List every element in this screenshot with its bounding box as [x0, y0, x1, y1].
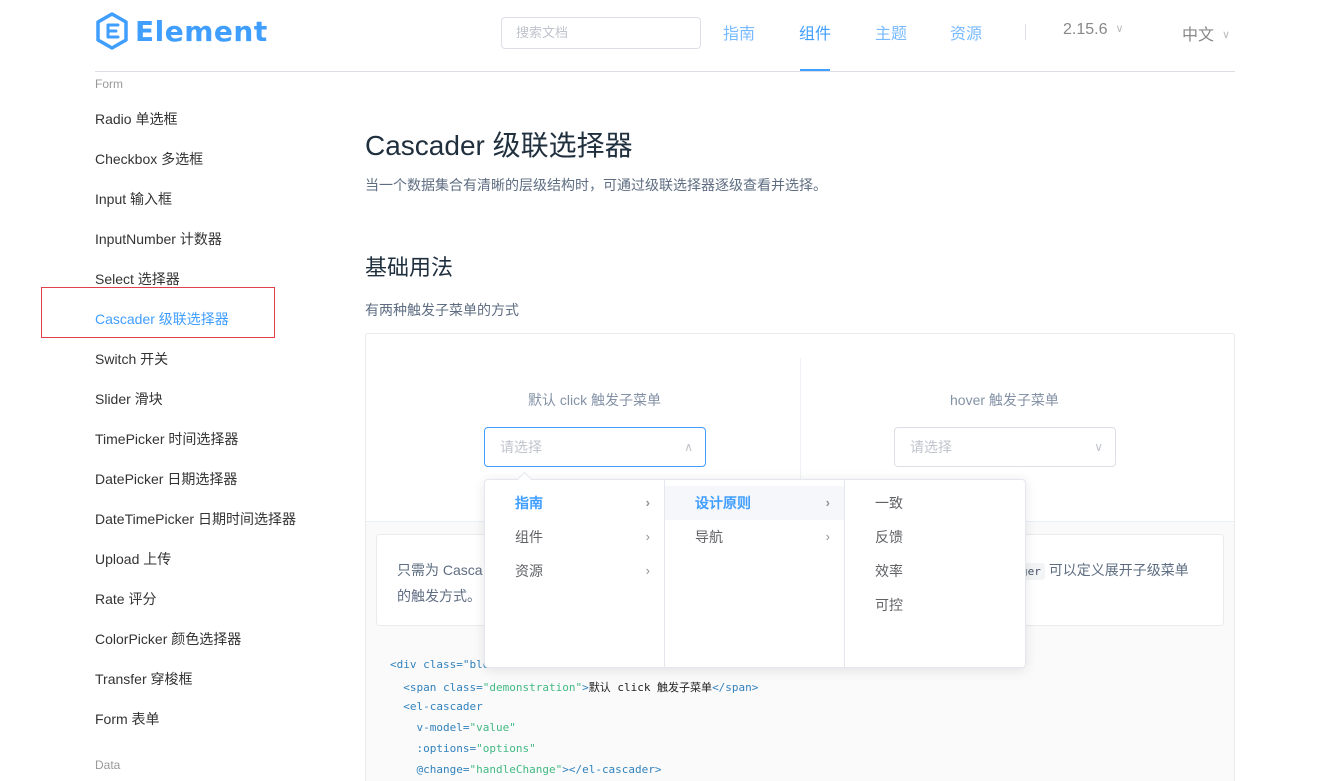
option-label: 导航: [695, 529, 723, 545]
sidebar-item-upload[interactable]: Upload 上传: [95, 549, 171, 569]
nav-divider: [1025, 24, 1026, 40]
sidebar-item-checkbox[interactable]: Checkbox 多选框: [95, 149, 203, 169]
chevron-right-icon: ›: [825, 495, 830, 510]
nav-theme[interactable]: 主题: [875, 20, 907, 44]
demo-label-click: 默认 click 触发子菜单: [528, 392, 661, 408]
page-title: Cascader 级联选择器: [365, 130, 633, 161]
code-token: "demonstration": [482, 681, 583, 694]
chevron-right-icon: ›: [645, 563, 650, 578]
element-logo[interactable]: Element: [95, 12, 268, 50]
section-title: 基础用法: [365, 255, 454, 280]
sidebar-item-transfer[interactable]: Transfer 穿梭框: [95, 669, 193, 689]
code-line: <span class="demonstration">默认 click 触发子…: [390, 679, 758, 695]
language-label: 中文: [1182, 27, 1215, 44]
code-token: "options": [476, 742, 536, 755]
tip-text-end-label: 可以定义展开子级菜单: [1048, 562, 1189, 578]
code-token: :options=: [416, 742, 477, 755]
chevron-right-icon: ›: [645, 495, 650, 510]
top-header: Element 搜索文档 指南 组件 主题 资源 2.15.6 ∨ 中文 ∨: [95, 0, 1235, 72]
sidebar-item-form[interactable]: Form 表单: [95, 709, 160, 729]
code-line: <div class="blo: [390, 658, 489, 671]
code-token: "value": [469, 721, 516, 734]
demo-label-hover: hover 触发子菜单: [950, 392, 1059, 408]
element-logo-icon: [96, 12, 128, 50]
cascader-option-feedback[interactable]: 反馈: [845, 520, 1025, 554]
cascader-option-design-principle[interactable]: 设计原则 ›: [665, 486, 844, 520]
chevron-down-icon: ∨: [1115, 23, 1124, 35]
cascader-menu-level2: 设计原则 › 导航 ›: [665, 480, 845, 667]
sidebar-item-input[interactable]: Input 输入框: [95, 189, 172, 209]
code-token: <el-cascader: [403, 700, 483, 713]
option-label: 资源: [515, 563, 543, 579]
sidebar-item-datepicker[interactable]: DatePicker 日期选择器: [95, 469, 237, 489]
chevron-down-icon: ∨: [1094, 440, 1103, 454]
sidebar-item-inputnumber[interactable]: InputNumber 计数器: [95, 229, 222, 249]
version-dropdown[interactable]: 2.15.6 ∨: [1063, 21, 1124, 39]
code-token: <span class=: [403, 681, 483, 694]
logo-text: Element: [135, 14, 268, 48]
version-label: 2.15.6: [1063, 21, 1108, 38]
language-dropdown[interactable]: 中文 ∨: [1182, 21, 1230, 45]
search-input[interactable]: 搜索文档: [501, 17, 701, 49]
chevron-right-icon: ›: [825, 529, 830, 544]
tip-text-end: ger 可以定义展开子级菜单: [1017, 560, 1189, 580]
option-label: 设计原则: [695, 495, 751, 511]
code-line: :options="options": [390, 742, 536, 755]
sidebar-group-form: Form: [95, 77, 123, 91]
cascader-menu-level3: 一致 反馈 效率 可控: [845, 480, 1025, 667]
sidebar-item-slider[interactable]: Slider 滑块: [95, 389, 163, 409]
code-token: @change=: [416, 763, 470, 776]
chevron-right-icon: ›: [645, 529, 650, 544]
code-token: ></el-cascader>: [562, 763, 662, 776]
cascader-option-guide[interactable]: 指南 ›: [485, 486, 664, 520]
cascader-option-navigation[interactable]: 导航 ›: [665, 520, 844, 554]
sidebar-item-radio[interactable]: Radio 单选框: [95, 109, 177, 129]
cascader-hover-input[interactable]: 请选择 ∨: [894, 427, 1116, 467]
sidebar-item-colorpicker[interactable]: ColorPicker 颜色选择器: [95, 629, 241, 649]
sidebar-item-switch[interactable]: Switch 开关: [95, 349, 168, 369]
cascader-option-controllable[interactable]: 可控: [845, 588, 1025, 622]
code-token: 默认 click 触发子菜单: [588, 681, 713, 694]
cascader-option-consistency[interactable]: 一致: [845, 486, 1025, 520]
nav-resource[interactable]: 资源: [950, 20, 982, 44]
code-line: v-model="value": [390, 721, 516, 734]
cascader-click-input[interactable]: 请选择 ∧: [484, 427, 706, 467]
code-token: "handleChange": [469, 763, 563, 776]
code-token: v-model=: [416, 721, 470, 734]
option-label: 组件: [515, 529, 543, 545]
tip-text-line2: 的触发方式。: [397, 588, 481, 604]
cascader-placeholder: 请选择: [910, 439, 952, 455]
selection-highlight-box: [41, 287, 275, 338]
code-token: >: [582, 681, 589, 694]
code-line: <el-cascader: [390, 700, 483, 713]
cascader-option-component[interactable]: 组件 ›: [485, 520, 664, 554]
cascader-menu-level1: 指南 › 组件 › 资源 ›: [485, 480, 665, 667]
nav-guide[interactable]: 指南: [723, 20, 755, 44]
cascader-option-resource[interactable]: 资源 ›: [485, 554, 664, 588]
nav-active-indicator: [800, 69, 830, 71]
code-line: @change="handleChange"></el-cascader>: [390, 763, 662, 776]
sidebar-item-rate[interactable]: Rate 评分: [95, 589, 156, 609]
sidebar-group-data: Data: [95, 758, 121, 772]
code-token: <div class="blo: [390, 658, 490, 671]
chevron-down-icon: ∨: [1222, 29, 1231, 41]
tip-text-start: 只需为 Casca: [397, 562, 483, 578]
section-description: 有两种触发子菜单的方式: [365, 302, 519, 318]
cascader-option-efficiency[interactable]: 效率: [845, 554, 1025, 588]
sidebar-item-select[interactable]: Select 选择器: [95, 269, 180, 289]
page-description: 当一个数据集合有清晰的层级结构时，可通过级联选择器逐级查看并选择。: [365, 177, 827, 193]
option-label: 指南: [515, 495, 543, 511]
nav-component[interactable]: 组件: [799, 20, 831, 44]
sidebar-item-timepicker[interactable]: TimePicker 时间选择器: [95, 429, 238, 449]
chevron-up-icon: ∧: [684, 440, 693, 454]
cascader-placeholder: 请选择: [500, 439, 542, 455]
sidebar-item-datetimepicker[interactable]: DateTimePicker 日期时间选择器: [95, 509, 296, 529]
code-token: </span>: [712, 681, 759, 694]
cascader-dropdown: 指南 › 组件 › 资源 › 设计原则 › 导航 › 一致 反馈 效率 可控: [484, 479, 1026, 668]
